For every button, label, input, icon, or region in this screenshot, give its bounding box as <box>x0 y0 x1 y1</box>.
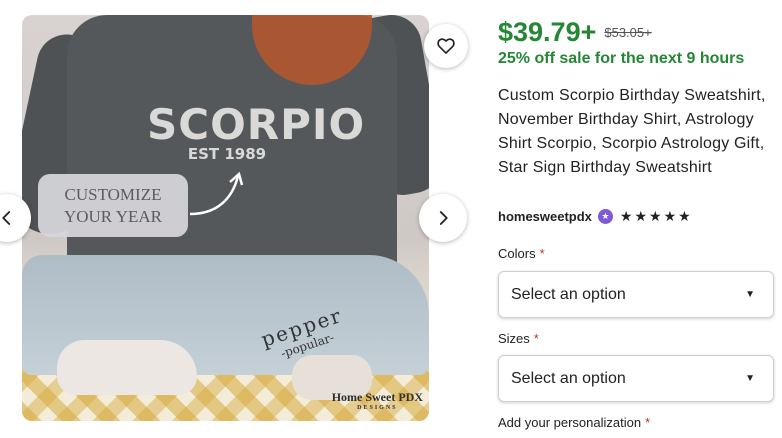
caret-down-icon: ▼ <box>745 289 755 300</box>
shop-row: homesweetpdx ★ ★ ★ ★ ★ ★ <box>498 208 693 225</box>
sale-notice: 25% off sale for the next 9 hours <box>498 50 745 67</box>
star-icon: ★ <box>678 208 691 224</box>
colors-label-text: Colors <box>498 246 536 261</box>
customize-overlay-line2: YOUR YEAR <box>63 206 163 226</box>
sizes-select[interactable]: Select an option ▼ <box>498 355 774 402</box>
sizes-label: Sizes * <box>498 331 539 346</box>
product-image[interactable]: SCORPIO EST 1989 CUSTOMIZE YOUR YEAR pep… <box>22 15 429 421</box>
sizes-select-value: Select an option <box>511 369 626 387</box>
heart-icon <box>437 38 455 54</box>
next-image-button[interactable] <box>419 194 467 242</box>
sizes-label-text: Sizes <box>498 331 530 346</box>
colors-select-value: Select an option <box>511 285 626 303</box>
star-seller-badge-icon: ★ <box>597 209 613 224</box>
colors-label: Colors * <box>498 246 545 261</box>
price-row: $39.79+ $53.05+ <box>498 17 652 48</box>
customize-overlay-line1: CUSTOMIZE <box>64 184 162 204</box>
shop-watermark: Home Sweet PDX DESIGNS <box>332 390 423 411</box>
curved-arrow-icon <box>189 171 244 216</box>
customize-overlay: CUSTOMIZE YOUR YEAR <box>38 174 188 237</box>
star-icon: ★ <box>663 208 677 224</box>
colors-select[interactable]: Select an option ▼ <box>498 271 774 318</box>
required-asterisk: * <box>533 331 539 346</box>
shop-rating-stars[interactable]: ★ ★ ★ ★ ★ <box>620 208 693 225</box>
favorite-button[interactable] <box>424 24 468 68</box>
required-asterisk: * <box>645 415 651 430</box>
watermark-sub: DESIGNS <box>357 405 398 411</box>
star-icon: ★ <box>619 208 633 224</box>
chevron-right-icon <box>439 211 448 225</box>
shop-name-link[interactable]: homesweetpdx <box>498 209 592 224</box>
shirt-print-subtext: EST 1989 <box>187 145 267 163</box>
watermark-main: Home Sweet PDX <box>331 390 423 404</box>
required-asterisk: * <box>539 246 545 261</box>
listing-title: Custom Scorpio Birthday Sweatshirt, Nove… <box>498 87 766 176</box>
sneaker-left <box>57 340 197 395</box>
star-icon: ★ <box>649 208 662 224</box>
current-price: $39.79+ <box>498 17 597 47</box>
original-price: $53.05+ <box>604 25 652 40</box>
shirt-print-text: SCORPIO <box>147 100 366 149</box>
chevron-left-icon <box>2 211 11 225</box>
personalization-label-text: Add your personalization <box>498 415 642 430</box>
star-icon: ★ <box>634 208 648 224</box>
caret-down-icon: ▼ <box>745 373 755 384</box>
personalization-label: Add your personalization * <box>498 415 650 430</box>
